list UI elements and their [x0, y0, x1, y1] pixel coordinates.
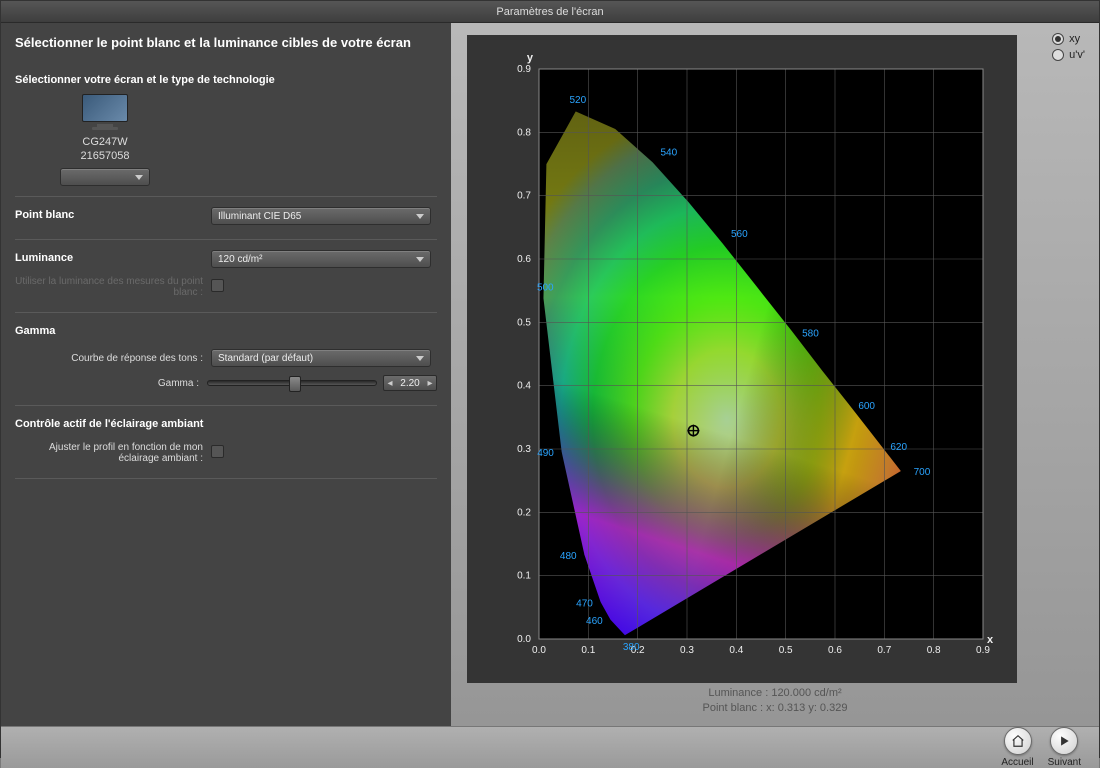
svg-text:500: 500	[537, 282, 554, 293]
whitepoint-label: Point blanc	[15, 209, 211, 221]
whitepoint-dropdown[interactable]: Illuminant CIE D65	[211, 207, 431, 225]
svg-text:0.5: 0.5	[779, 645, 793, 656]
svg-text:0.5: 0.5	[517, 317, 531, 328]
ambient-adjust-label: Ajuster le profil en fonction de mon écl…	[15, 442, 211, 464]
gamma-value: 2.20	[396, 378, 424, 389]
radio-uv-label: u'v'	[1069, 49, 1085, 61]
svg-text:0.6: 0.6	[828, 645, 842, 656]
radio-xy-label: xy	[1069, 33, 1080, 45]
svg-text:0.0: 0.0	[532, 645, 546, 656]
svg-text:0.0: 0.0	[517, 634, 531, 645]
luminance-value: 120 cd/m²	[218, 254, 262, 265]
home-icon	[1011, 734, 1025, 748]
svg-text:0.1: 0.1	[581, 645, 595, 656]
monitor-selector[interactable]: CG247W 21657058	[45, 94, 165, 186]
tone-curve-label: Courbe de réponse des tons :	[15, 353, 211, 364]
svg-text:x: x	[987, 634, 994, 646]
radio-xy[interactable]	[1052, 33, 1064, 45]
window-title: Paramètres de l'écran	[1, 1, 1099, 23]
svg-text:620: 620	[890, 442, 907, 453]
monitor-model: CG247W	[45, 136, 165, 148]
use-whitepoint-luminance-checkbox[interactable]	[211, 279, 224, 292]
chevron-down-icon	[416, 356, 424, 361]
ambient-heading: Contrôle actif de l'éclairage ambiant	[15, 418, 437, 430]
stepper-decrement-icon[interactable]: ◂	[384, 378, 396, 389]
svg-text:520: 520	[570, 95, 587, 106]
svg-text:0.4: 0.4	[729, 645, 743, 656]
svg-text:0.1: 0.1	[517, 571, 531, 582]
svg-text:480: 480	[560, 551, 577, 562]
coordinate-toggle: xy u'v'	[1052, 33, 1085, 61]
luminance-dropdown[interactable]: 120 cd/m²	[211, 250, 431, 268]
ambient-adjust-checkbox[interactable]	[211, 445, 224, 458]
svg-text:y: y	[527, 52, 534, 64]
svg-text:490: 490	[537, 448, 554, 459]
home-button[interactable]	[1004, 727, 1032, 755]
svg-text:0.9: 0.9	[517, 64, 531, 75]
svg-text:0.6: 0.6	[517, 254, 531, 265]
gamma-label: Gamma :	[15, 378, 207, 389]
svg-text:470: 470	[576, 598, 593, 609]
monitor-serial: 21657058	[45, 150, 165, 162]
svg-text:540: 540	[660, 147, 677, 158]
svg-text:0.8: 0.8	[517, 127, 531, 138]
chevron-down-icon	[135, 175, 143, 180]
luminance-label: Luminance	[15, 252, 211, 264]
svg-text:0.7: 0.7	[877, 645, 891, 656]
whitepoint-value: Illuminant CIE D65	[218, 211, 301, 222]
gamma-slider[interactable]	[207, 380, 377, 386]
luminance-readout: Luminance : 120.000 cd/m²	[463, 687, 1087, 699]
main-area: Sélectionner le point blanc et la lumina…	[1, 23, 1099, 726]
tone-curve-dropdown[interactable]: Standard (par défaut)	[211, 349, 431, 367]
gamma-slider-thumb[interactable]	[289, 376, 301, 392]
next-label: Suivant	[1048, 757, 1081, 768]
chevron-down-icon	[416, 214, 424, 219]
cie-chart-svg[interactable]: 0.00.10.20.30.40.50.60.70.80.90.00.10.20…	[481, 45, 1003, 673]
svg-text:0.9: 0.9	[976, 645, 990, 656]
chromaticity-panel: xy u'v' 0.00.10.20.30.40.50.60.70.80.90.…	[451, 23, 1099, 726]
tone-curve-value: Standard (par défaut)	[218, 353, 313, 364]
cie-chart[interactable]: 0.00.10.20.30.40.50.60.70.80.90.00.10.20…	[467, 35, 1017, 683]
svg-text:0.7: 0.7	[517, 191, 531, 202]
gamma-heading: Gamma	[15, 325, 437, 337]
monitor-icon	[82, 94, 128, 130]
use-whitepoint-luminance-label: Utiliser la luminance des mesures du poi…	[15, 276, 211, 298]
stepper-increment-icon[interactable]: ▸	[424, 378, 436, 389]
play-icon	[1057, 734, 1071, 748]
svg-text:0.8: 0.8	[927, 645, 941, 656]
page-heading: Sélectionner le point blanc et la lumina…	[15, 35, 437, 50]
next-button[interactable]	[1050, 727, 1078, 755]
svg-text:0.4: 0.4	[517, 381, 531, 392]
footer: Accueil Suivant	[1, 726, 1099, 768]
chevron-down-icon	[416, 257, 424, 262]
svg-text:560: 560	[731, 229, 748, 240]
settings-panel: Sélectionner le point blanc et la lumina…	[1, 23, 451, 726]
radio-uv[interactable]	[1052, 49, 1064, 61]
technology-dropdown[interactable]	[60, 168, 150, 186]
whitepoint-readout: Point blanc : x: 0.313 y: 0.329	[463, 702, 1087, 714]
svg-text:700: 700	[914, 467, 931, 478]
svg-text:380: 380	[623, 642, 640, 653]
svg-text:460: 460	[586, 616, 603, 627]
svg-text:580: 580	[802, 329, 819, 340]
screen-settings-window: Paramètres de l'écran Sélectionner le po…	[0, 0, 1100, 758]
gamma-stepper[interactable]: ◂ 2.20 ▸	[383, 375, 437, 391]
home-label: Accueil	[1001, 757, 1033, 768]
svg-text:600: 600	[858, 401, 875, 412]
svg-text:0.3: 0.3	[680, 645, 694, 656]
technology-heading: Sélectionner votre écran et le type de t…	[15, 74, 437, 86]
svg-text:0.3: 0.3	[517, 444, 531, 455]
svg-text:0.2: 0.2	[517, 507, 531, 518]
